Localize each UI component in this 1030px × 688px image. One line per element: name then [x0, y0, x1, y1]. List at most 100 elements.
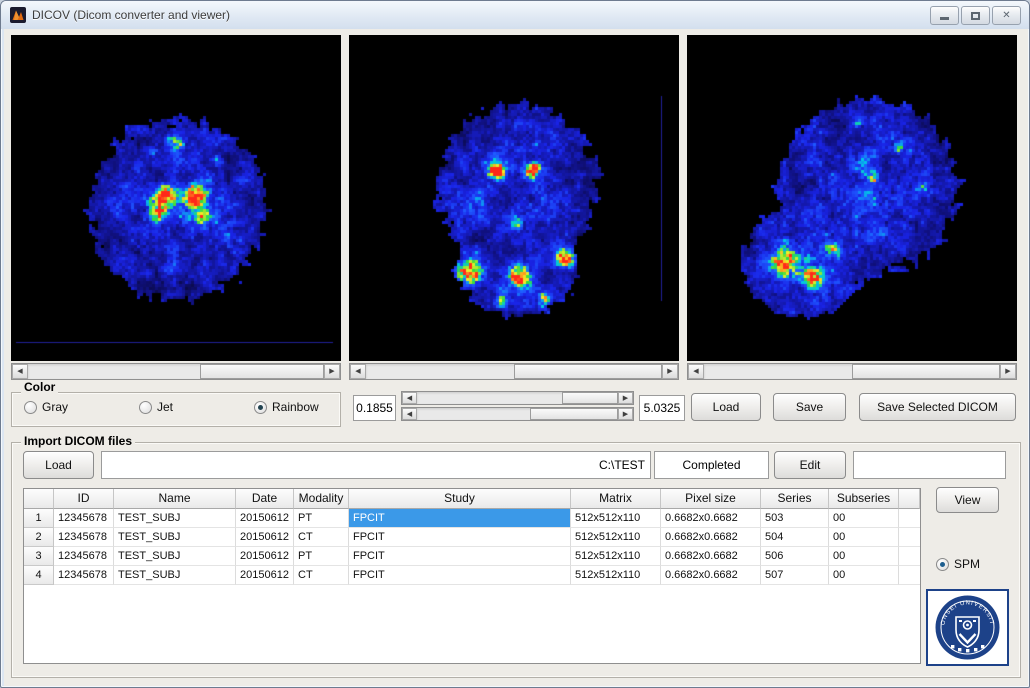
matlab-app-icon [10, 7, 26, 23]
slider-thumb[interactable] [561, 392, 618, 404]
view-button[interactable]: View [936, 487, 999, 513]
cell-study[interactable]: FPCIT [349, 566, 571, 585]
cell-subseries[interactable]: 00 [829, 509, 899, 528]
cell-series[interactable]: 503 [761, 509, 829, 528]
axial-slice-scrollbar[interactable]: ◀ ▶ [11, 363, 341, 380]
cell-name[interactable]: TEST_SUBJ [114, 528, 236, 547]
cell-study[interactable]: FPCIT [349, 528, 571, 547]
slider-thumb[interactable] [529, 408, 618, 420]
radio-jet[interactable]: Jet [139, 400, 173, 414]
cell-series[interactable]: 504 [761, 528, 829, 547]
cell-filler [899, 528, 920, 547]
series-table[interactable]: ID Name Date Modality Study Matrix Pixel… [23, 488, 921, 664]
cell-matrix[interactable]: 512x512x110 [571, 566, 661, 585]
cell-date[interactable]: 20150612 [236, 566, 294, 585]
scroll-right-icon[interactable]: ▶ [662, 364, 678, 379]
cell-matrix[interactable]: 512x512x110 [571, 547, 661, 566]
save-button[interactable]: Save [773, 393, 846, 421]
cell-subseries[interactable]: 00 [829, 566, 899, 585]
maximize-button[interactable] [961, 6, 990, 25]
scrollbar-thumb[interactable] [852, 364, 1000, 379]
scrollbar-thumb[interactable] [514, 364, 662, 379]
level-slider-lower[interactable]: ◀ ▶ [401, 407, 634, 421]
cell-pixel-size[interactable]: 0.6682x0.6682 [661, 547, 761, 566]
cell-study[interactable]: FPCIT [349, 547, 571, 566]
radio-rainbow[interactable]: Rainbow [254, 400, 319, 414]
table-row-3[interactable]: 3 12345678 TEST_SUBJ 20150612 PT FPCIT 5… [24, 547, 920, 566]
cell-series[interactable]: 507 [761, 566, 829, 585]
cell-name[interactable]: TEST_SUBJ [114, 547, 236, 566]
cell-id[interactable]: 12345678 [54, 566, 114, 585]
table-row-1[interactable]: 1 12345678 TEST_SUBJ 20150612 PT FPCIT 5… [24, 509, 920, 528]
scroll-right-icon[interactable]: ▶ [1000, 364, 1016, 379]
corner-header [24, 489, 54, 509]
cell-study-selected[interactable]: FPCIT [349, 509, 571, 528]
sagittal-slice-scrollbar[interactable]: ◀ ▶ [687, 363, 1017, 380]
cell-matrix[interactable]: 512x512x110 [571, 528, 661, 547]
import-status-field[interactable]: Completed [654, 451, 769, 479]
import-path-input[interactable]: C:\TEST [101, 451, 651, 479]
cell-subseries[interactable]: 00 [829, 528, 899, 547]
scrollbar-track[interactable] [366, 364, 662, 379]
minimize-button[interactable] [930, 6, 959, 25]
cell-series[interactable]: 506 [761, 547, 829, 566]
range-min-input[interactable]: 0.1855 [353, 395, 396, 421]
axial-view-canvas[interactable] [11, 35, 341, 361]
cell-modality[interactable]: PT [294, 547, 349, 566]
scrollbar-track[interactable] [704, 364, 1000, 379]
save-selected-dicom-button[interactable]: Save Selected DICOM [859, 393, 1016, 421]
sagittal-view-canvas[interactable] [687, 35, 1017, 361]
col-header-id: ID [54, 489, 114, 509]
cell-subseries[interactable]: 00 [829, 547, 899, 566]
table-row-2[interactable]: 2 12345678 TEST_SUBJ 20150612 CT FPCIT 5… [24, 528, 920, 547]
slider-right-icon[interactable]: ▶ [618, 408, 633, 420]
cell-id[interactable]: 12345678 [54, 509, 114, 528]
slider-left-icon[interactable]: ◀ [402, 392, 417, 404]
slider-right-icon[interactable]: ▶ [618, 392, 633, 404]
cell-date[interactable]: 20150612 [236, 528, 294, 547]
table-row-4[interactable]: 4 12345678 TEST_SUBJ 20150612 CT FPCIT 5… [24, 566, 920, 585]
close-button[interactable]: ✕ [992, 6, 1021, 25]
cell-name[interactable]: TEST_SUBJ [114, 509, 236, 528]
import-load-button[interactable]: Load [23, 451, 94, 479]
scroll-left-icon[interactable]: ◀ [688, 364, 704, 379]
cell-modality[interactable]: CT [294, 566, 349, 585]
col-header-modality: Modality [294, 489, 349, 509]
slider-track[interactable] [417, 392, 618, 404]
cell-matrix[interactable]: 512x512x110 [571, 509, 661, 528]
radio-spm[interactable]: SPM [936, 557, 980, 571]
cell-id[interactable]: 12345678 [54, 547, 114, 566]
coronal-slice-scrollbar[interactable]: ◀ ▶ [349, 363, 679, 380]
slider-track[interactable] [417, 408, 618, 420]
cell-id[interactable]: 12345678 [54, 528, 114, 547]
cell-date[interactable]: 20150612 [236, 509, 294, 528]
scroll-right-icon[interactable]: ▶ [324, 364, 340, 379]
cell-pixel-size[interactable]: 0.6682x0.6682 [661, 528, 761, 547]
load-volume-button[interactable]: Load [691, 393, 761, 421]
col-header-filler [899, 489, 920, 509]
coronal-view-canvas[interactable] [349, 35, 679, 361]
range-max-input[interactable]: 5.0325 [639, 395, 685, 421]
title-bar[interactable]: DICOV (Dicom converter and viewer) ✕ [1, 1, 1029, 29]
radio-gray-label: Gray [42, 400, 69, 414]
app-window: DICOV (Dicom converter and viewer) ✕ ◀ ▶… [0, 0, 1030, 688]
cell-name[interactable]: TEST_SUBJ [114, 566, 236, 585]
scrollbar-track[interactable] [28, 364, 324, 379]
cell-modality[interactable]: CT [294, 528, 349, 547]
radio-gray[interactable]: Gray [24, 400, 68, 414]
import-extra-input[interactable] [853, 451, 1006, 479]
scroll-left-icon[interactable]: ◀ [350, 364, 366, 379]
cell-modality[interactable]: PT [294, 509, 349, 528]
import-group-label: Import DICOM files [21, 434, 136, 448]
cell-date[interactable]: 20150612 [236, 547, 294, 566]
scroll-left-icon[interactable]: ◀ [12, 364, 28, 379]
cell-pixel-size[interactable]: 0.6682x0.6682 [661, 509, 761, 528]
scrollbar-thumb[interactable] [199, 364, 324, 379]
slider-left-icon[interactable]: ◀ [402, 408, 417, 420]
cell-pixel-size[interactable]: 0.6682x0.6682 [661, 566, 761, 585]
color-group-label: Color [21, 380, 59, 394]
level-slider-upper[interactable]: ◀ ▶ [401, 391, 634, 405]
row-number: 4 [24, 566, 54, 585]
edit-button[interactable]: Edit [774, 451, 846, 479]
col-header-subseries: Subseries [829, 489, 899, 509]
